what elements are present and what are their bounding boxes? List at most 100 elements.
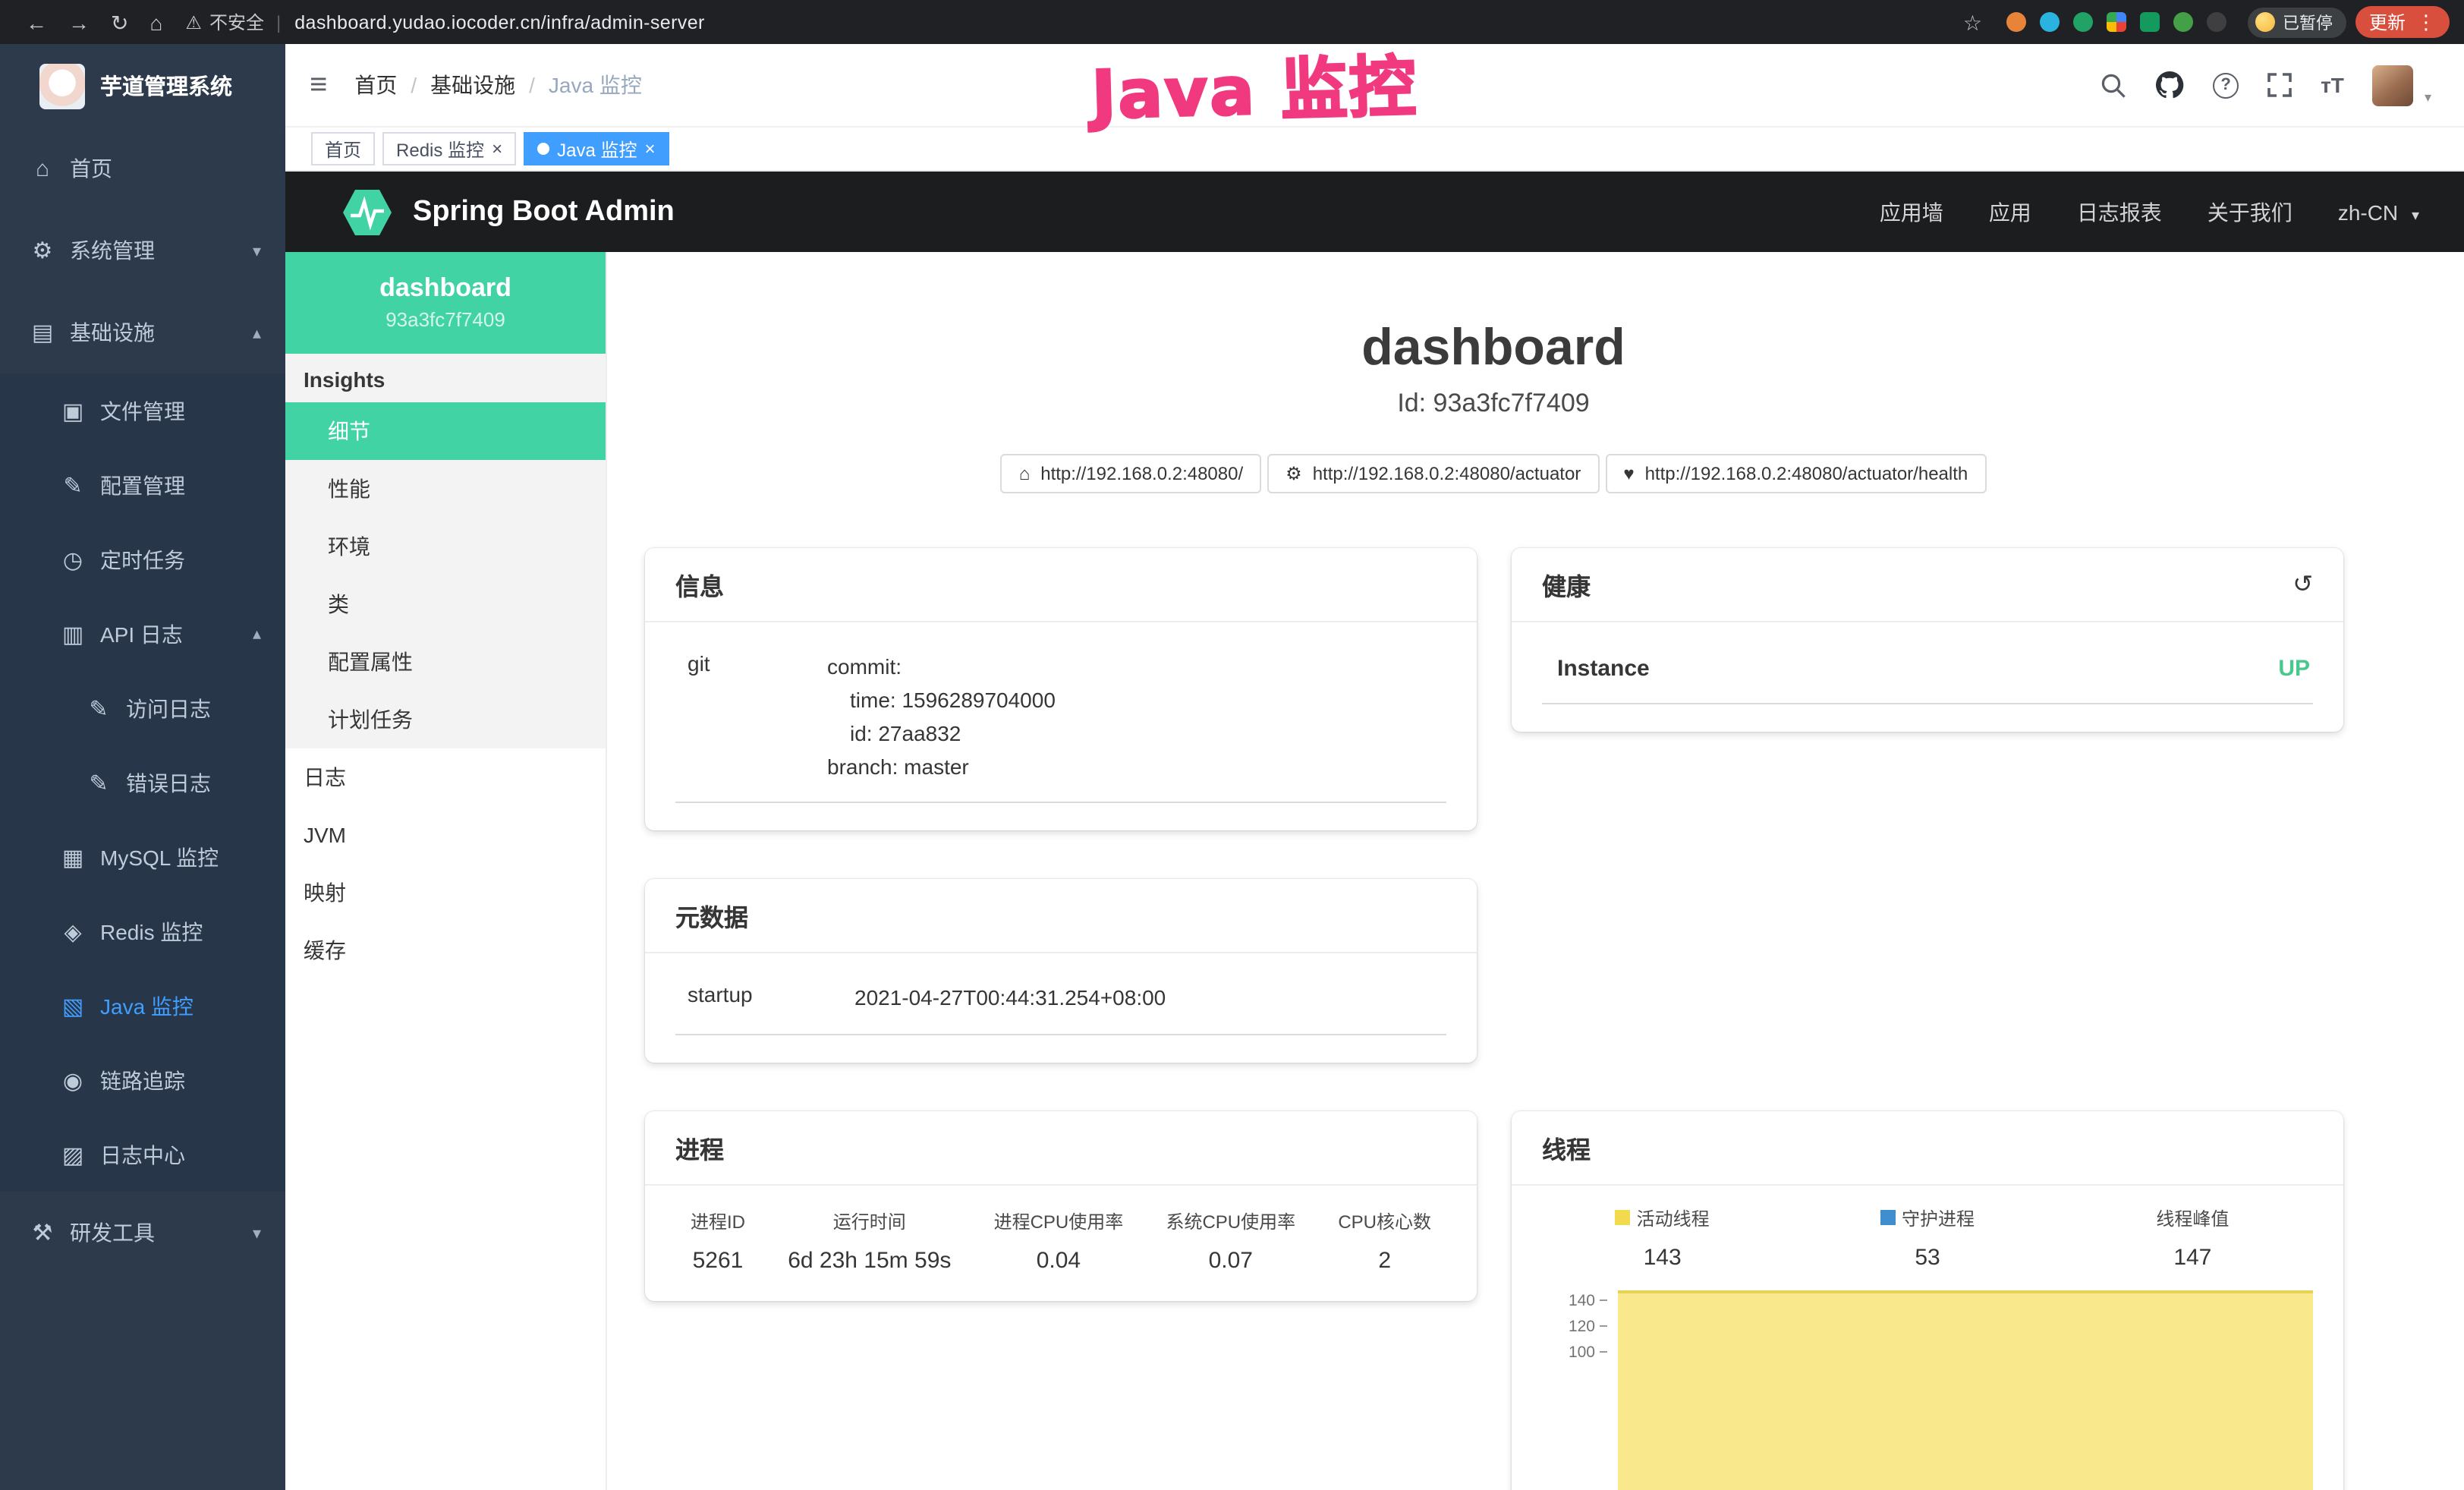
- wrench-icon: ⚙: [1285, 463, 1302, 484]
- stat-label: 系统CPU使用率: [1166, 1208, 1295, 1233]
- sidebar-item-label: Redis 监控: [100, 916, 203, 947]
- legend-value: 147: [2060, 1244, 2325, 1270]
- update-button[interactable]: 更新 ⋮: [2355, 6, 2450, 38]
- sba-menu-logs[interactable]: 日志: [285, 748, 606, 806]
- sidebar-item-log-center[interactable]: ▨ 日志中心: [0, 1117, 285, 1192]
- paused-badge[interactable]: 已暂停: [2248, 7, 2346, 37]
- sba-nav-applications[interactable]: 应用: [1989, 197, 2031, 227]
- chevron-up-icon: ▴: [253, 624, 261, 644]
- sba-menu-config-properties[interactable]: 配置属性: [285, 633, 606, 691]
- stat-cpu-cores: CPU核心数 2: [1338, 1208, 1431, 1273]
- font-size-icon[interactable]: тT: [2321, 73, 2344, 97]
- sidebar-item-java-monitor[interactable]: ▧ Java 监控: [0, 969, 285, 1043]
- avatar-caret-icon[interactable]: ▾: [2425, 89, 2431, 106]
- address-bar[interactable]: ⚠ 不安全 | dashboard.yudao.iocoder.cn/infra…: [185, 9, 1940, 35]
- sidebar-item-config-manage[interactable]: ✎ 配置管理: [0, 448, 285, 522]
- card-health: 健康 ↺ Instance UP: [1512, 548, 2343, 732]
- clock-icon: ◷: [61, 546, 85, 573]
- browser-menu-icon[interactable]: ⋮: [2416, 10, 2436, 34]
- service-url-button[interactable]: ⌂ http://192.168.0.2:48080/: [1001, 454, 1261, 493]
- home-icon: ⌂: [30, 156, 55, 181]
- breadcrumb-item-home[interactable]: 首页: [354, 70, 397, 100]
- sidebar-item-trace[interactable]: ◉ 链路追踪: [0, 1043, 285, 1117]
- app-logo-row[interactable]: 芋道管理系统: [0, 44, 285, 128]
- sba-nav-journal[interactable]: 日志报表: [2077, 197, 2162, 227]
- bookmark-star-icon[interactable]: ☆: [1963, 11, 1982, 33]
- sidebar-item-scheduled-tasks[interactable]: ◷ 定时任务: [0, 522, 285, 597]
- back-icon[interactable]: ←: [26, 11, 47, 33]
- extension-icon-green[interactable]: [2073, 12, 2093, 32]
- actuator-url-button[interactable]: ⚙ http://192.168.0.2:48080/actuator: [1267, 454, 1599, 493]
- sidebar-item-access-logs[interactable]: ✎ 访问日志: [0, 671, 285, 745]
- extension-icon-leaf[interactable]: [2173, 12, 2193, 32]
- sba-menu-performance[interactable]: 性能: [285, 460, 606, 518]
- main-pane: ≡ 首页 / 基础设施 / Java 监控 ?: [285, 44, 2464, 1490]
- extension-icon-drop[interactable]: [2040, 12, 2060, 32]
- reload-icon[interactable]: ↻: [111, 11, 128, 33]
- sba-menu-details[interactable]: 细节: [285, 402, 606, 460]
- sidebar-item-system-manage[interactable]: ⚙ 系统管理 ▾: [0, 209, 285, 291]
- sba-menu-classes[interactable]: 类: [285, 575, 606, 633]
- redis-icon: ◈: [61, 918, 85, 945]
- emoji-face-icon: [2255, 12, 2275, 32]
- sba-menu-jvm[interactable]: JVM: [285, 806, 606, 864]
- extension-icon-puzzle[interactable]: [2207, 12, 2226, 32]
- sba-instance-header[interactable]: dashboard 93a3fc7f7409: [285, 252, 606, 354]
- stat-label: 进程CPU使用率: [994, 1208, 1124, 1233]
- sba-nav-about[interactable]: 关于我们: [2208, 197, 2292, 227]
- sba-nav-wallboard[interactable]: 应用墙: [1880, 197, 1943, 227]
- sidebar-item-file-manage[interactable]: ▣ 文件管理: [0, 373, 285, 448]
- legend-value: 143: [1530, 1244, 1795, 1270]
- forward-icon[interactable]: →: [68, 11, 90, 33]
- sidebar-item-home[interactable]: ⌂ 首页: [0, 128, 285, 209]
- search-icon[interactable]: [2101, 72, 2126, 98]
- sidebar-toggle-icon[interactable]: ≡: [310, 68, 327, 102]
- heart-icon: ♥: [1623, 463, 1634, 484]
- sba-locale-select[interactable]: zh-CN ▾: [2338, 200, 2419, 224]
- java-monitor-icon: ▧: [61, 992, 85, 1019]
- chevron-up-icon: ▴: [253, 323, 261, 342]
- tag-home[interactable]: 首页: [311, 132, 375, 165]
- close-icon[interactable]: ×: [492, 140, 502, 158]
- sba-brand-title[interactable]: Spring Boot Admin: [413, 195, 675, 228]
- history-icon[interactable]: ↺: [2292, 569, 2313, 600]
- threads-chart-y-axis: 140 120 100: [1530, 1291, 1609, 1369]
- tag-java-monitor[interactable]: Java 监控 ×: [524, 132, 669, 165]
- help-icon[interactable]: ?: [2213, 72, 2239, 98]
- health-row-instance[interactable]: Instance UP: [1542, 647, 2313, 704]
- sidebar-item-redis-monitor[interactable]: ◈ Redis 监控: [0, 894, 285, 969]
- edit-icon: ✎: [61, 471, 85, 499]
- edit-icon: ✎: [87, 695, 111, 722]
- sidebar-item-label: 系统管理: [70, 235, 155, 266]
- actuator-url-text: http://192.168.0.2:48080/actuator: [1313, 463, 1581, 484]
- sidebar-item-mysql-monitor[interactable]: ▦ MySQL 监控: [0, 820, 285, 894]
- card-threads-header: 线程: [1512, 1110, 2343, 1185]
- sidebar-item-dev-tools[interactable]: ⚒ 研发工具 ▾: [0, 1192, 285, 1274]
- card-health-header: 健康 ↺: [1512, 548, 2343, 622]
- extension-icon-orange[interactable]: [2006, 12, 2026, 32]
- card-process-header: 进程: [645, 1110, 1477, 1185]
- card-metadata-body: startup 2021-04-27T00:44:31.254+08:00: [645, 954, 1477, 1062]
- sba-menu-environment[interactable]: 环境: [285, 518, 606, 575]
- sidebar-item-error-logs[interactable]: ✎ 错误日志: [0, 745, 285, 820]
- database-icon: ▦: [61, 843, 85, 871]
- sba-menu-mappings[interactable]: 映射: [285, 864, 606, 921]
- sidebar-item-api-logs[interactable]: ▥ API 日志 ▴: [0, 597, 285, 671]
- browser-home-icon[interactable]: ⌂: [149, 11, 162, 33]
- fullscreen-icon[interactable]: [2267, 73, 2292, 97]
- extension-icon-on-badge[interactable]: [2140, 12, 2160, 32]
- health-url-button[interactable]: ♥ http://192.168.0.2:48080/actuator/heal…: [1605, 454, 1986, 493]
- tag-redis-monitor[interactable]: Redis 监控 ×: [382, 132, 516, 165]
- sba-menu-scheduled-tasks[interactable]: 计划任务: [285, 691, 606, 748]
- sba-locale-label: zh-CN: [2338, 200, 2398, 224]
- close-icon[interactable]: ×: [644, 140, 655, 158]
- sidebar-item-infrastructure[interactable]: ▤ 基础设施 ▴: [0, 291, 285, 373]
- active-threads-swatch: [1616, 1210, 1631, 1225]
- breadcrumb-separator: /: [411, 73, 417, 97]
- avatar[interactable]: [2373, 65, 2414, 106]
- sba-menu-caches[interactable]: 缓存: [285, 921, 606, 979]
- tag-label: Java 监控: [557, 136, 637, 162]
- breadcrumb-item-infrastructure[interactable]: 基础设施: [430, 70, 515, 100]
- github-icon[interactable]: [2155, 71, 2184, 99]
- extension-icon-grid[interactable]: [2107, 12, 2126, 32]
